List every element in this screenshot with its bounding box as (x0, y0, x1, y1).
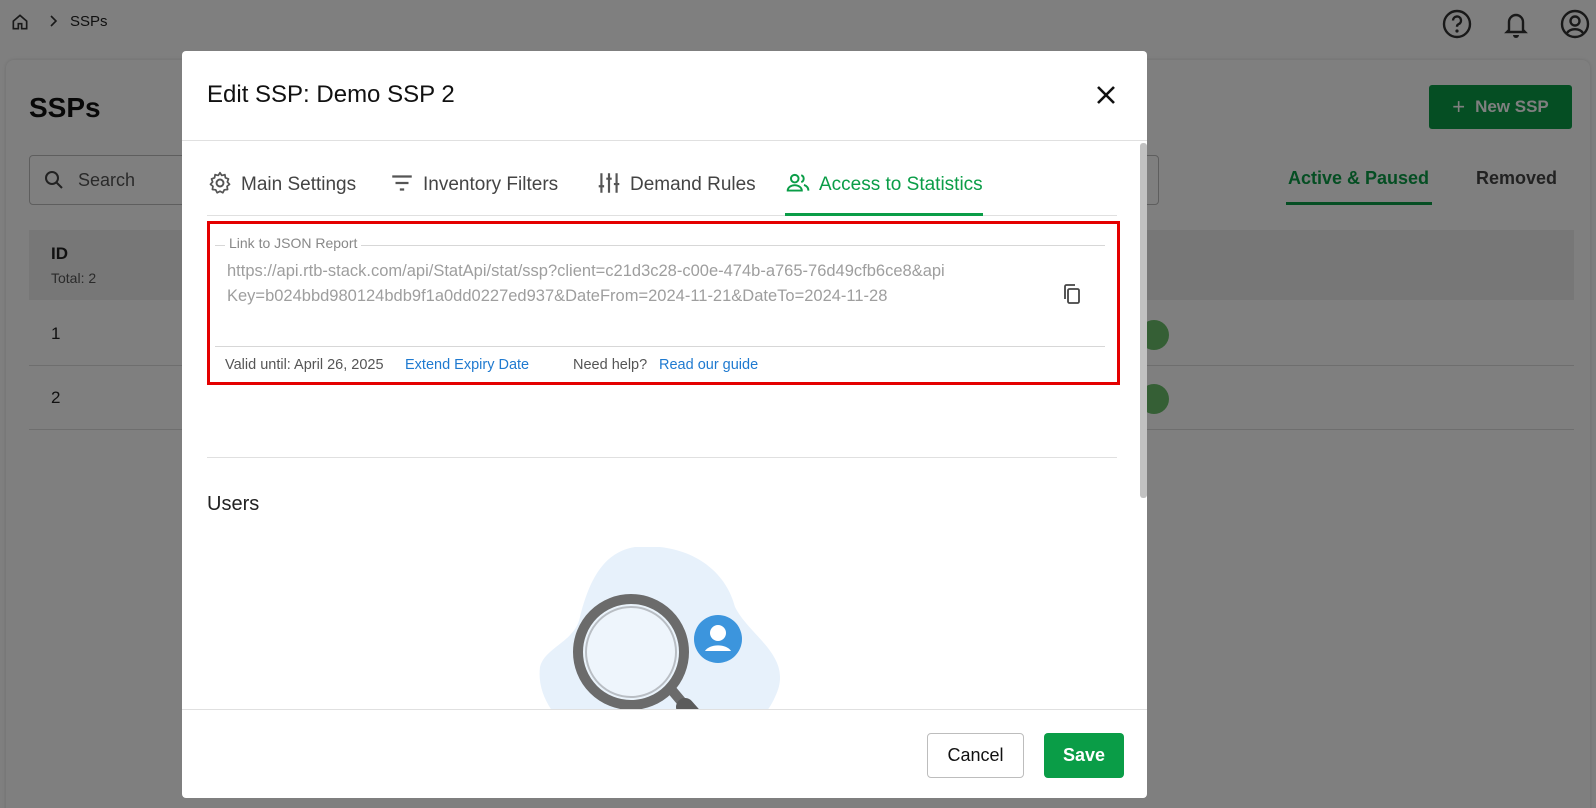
sliders-icon (598, 173, 620, 193)
dialog-title: Edit SSP: Demo SSP 2 (207, 81, 455, 108)
json-report-url[interactable]: https://api.rtb-stack.com/api/StatApi/st… (227, 259, 947, 309)
users-icon (786, 173, 810, 192)
tab-main-settings[interactable]: Main Settings (207, 171, 357, 216)
tab-label: Access to Statistics (819, 174, 983, 195)
copy-icon[interactable] (1060, 282, 1084, 306)
read-guide-link[interactable]: Read our guide (659, 357, 758, 373)
dialog-tabs: Main Settings Inventory Filters Demand R… (207, 171, 1117, 216)
tab-access-to-statistics[interactable]: Access to Statistics (785, 172, 983, 216)
extend-expiry-link[interactable]: Extend Expiry Date (405, 357, 529, 373)
close-icon[interactable] (1092, 81, 1120, 109)
filter-icon (392, 175, 412, 191)
edit-ssp-dialog: Edit SSP: Demo SSP 2 Main Settings Inven… (182, 51, 1147, 798)
cancel-button[interactable]: Cancel (927, 733, 1024, 778)
json-report-legend: Link to JSON Report (225, 235, 362, 251)
tab-label: Inventory Filters (423, 174, 559, 195)
users-section-title: Users (207, 493, 260, 515)
tab-label: Demand Rules (630, 174, 756, 195)
section-divider (207, 457, 1117, 458)
empty-search-illustration-icon (539, 547, 781, 709)
tab-demand-rules[interactable]: Demand Rules (596, 172, 756, 216)
gear-icon (209, 171, 231, 194)
save-button[interactable]: Save (1044, 733, 1124, 778)
tab-label: Main Settings (241, 174, 357, 195)
dialog-scrollbar[interactable] (1140, 143, 1147, 498)
valid-until-text: Valid until: April 26, 2025 (225, 357, 384, 373)
need-help-text: Need help? (573, 357, 648, 373)
json-report-section: Link to JSON Report https://api.rtb-stac… (207, 221, 1120, 385)
dialog-footer: Cancel Save (182, 709, 1147, 798)
dialog-header: Edit SSP: Demo SSP 2 (182, 51, 1147, 141)
tab-inventory-filters[interactable]: Inventory Filters (389, 172, 558, 216)
